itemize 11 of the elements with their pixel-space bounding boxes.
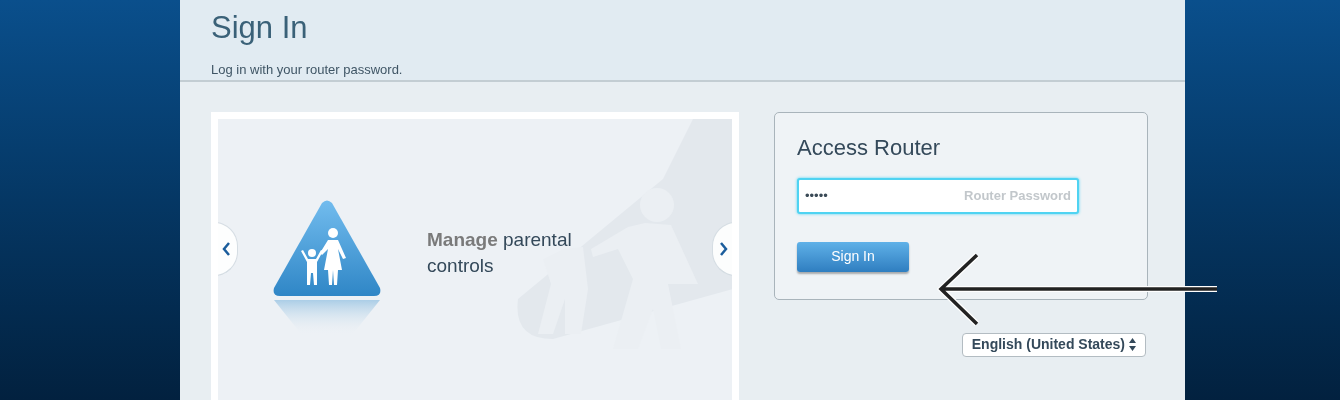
password-label: Router Password — [964, 186, 1071, 205]
page-subtitle: Log in with your router password. — [211, 61, 403, 79]
language-select[interactable]: English (United States) — [961, 332, 1146, 357]
login-title: Access Router — [797, 134, 941, 161]
page-title: Sign In — [211, 9, 308, 47]
password-field[interactable]: ••••• Router Password — [797, 177, 1079, 214]
carousel-caption: Manage parental controls — [427, 227, 573, 278]
chevron-left-icon — [222, 241, 230, 256]
chevron-right-icon — [720, 241, 728, 256]
password-dots: ••••• — [805, 186, 828, 205]
up-down-caret-icon — [1129, 338, 1136, 351]
